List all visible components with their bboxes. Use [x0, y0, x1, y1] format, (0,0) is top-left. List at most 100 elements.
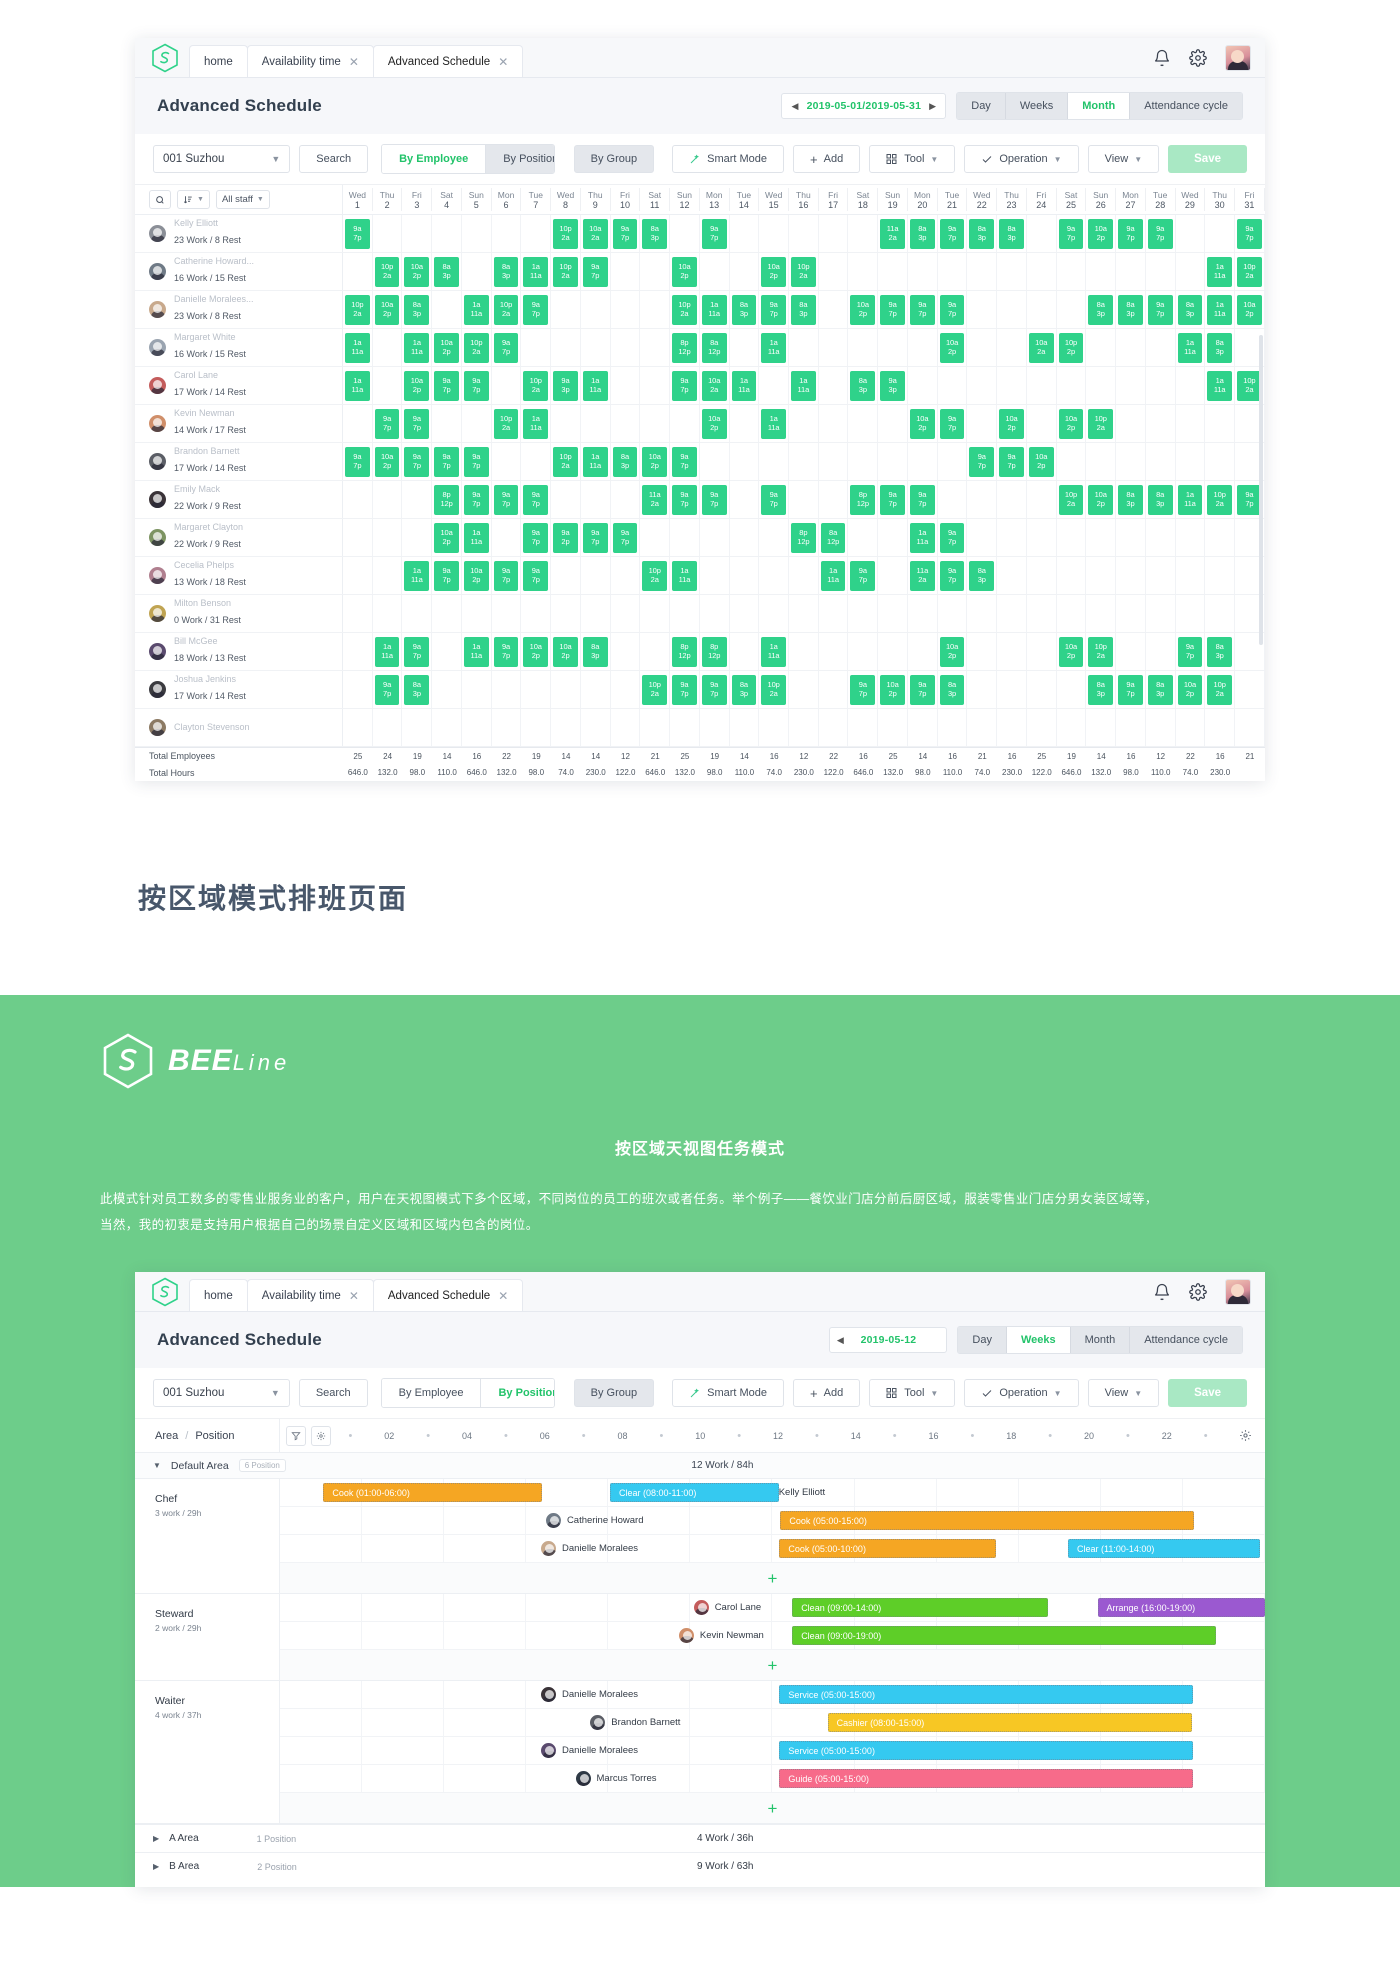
shift-cell[interactable]	[938, 367, 968, 404]
shift-cell[interactable]: 9a 7p	[462, 367, 492, 404]
shift-cell[interactable]: 8p 12p	[789, 519, 819, 556]
shift-chip[interactable]: 8a 3p	[642, 218, 668, 249]
shift-cell[interactable]	[938, 709, 968, 746]
shift-cell[interactable]	[1146, 709, 1176, 746]
shift-cell[interactable]: 9a 7p	[1057, 215, 1087, 252]
tab-advanced-schedule[interactable]: Advanced Schedule ✕	[372, 1279, 524, 1312]
tool-button[interactable]: Tool ▼	[869, 145, 956, 173]
shift-cell[interactable]	[789, 633, 819, 670]
shift-cell[interactable]: 8a 3p	[432, 253, 462, 290]
shift-cell[interactable]	[1116, 253, 1146, 290]
shift-cell[interactable]	[521, 443, 552, 480]
shift-chip[interactable]: 10a 2p	[553, 636, 578, 667]
shift-cell[interactable]: 9a 7p	[611, 215, 641, 252]
user-avatar[interactable]	[1225, 45, 1251, 71]
shift-cell[interactable]: 8a 12p	[819, 519, 849, 556]
task-bar[interactable]: Service (05:00-15:00)	[779, 1741, 1194, 1761]
shift-chip[interactable]: 9a 7p	[672, 370, 697, 401]
shift-chip[interactable]: 8a 3p	[909, 218, 935, 249]
shift-cell[interactable]	[492, 709, 522, 746]
shift-cell[interactable]: 9a 7p	[1176, 633, 1206, 670]
shift-cell[interactable]: 10a 2p	[640, 443, 671, 480]
shift-chip[interactable]: 8a 3p	[939, 674, 965, 705]
shift-cell[interactable]: 1a 11a	[908, 519, 938, 556]
lane-employee[interactable]: Brandon Barnett	[590, 1715, 680, 1731]
shift-cell[interactable]: 9a 7p	[343, 215, 373, 252]
shift-cell[interactable]: 9a 7p	[521, 519, 552, 556]
view-mode-weeks[interactable]: Weeks	[1006, 1327, 1071, 1354]
shift-cell[interactable]	[848, 405, 879, 442]
shift-chip[interactable]: 8a 3p	[850, 370, 876, 401]
shift-cell[interactable]	[611, 291, 641, 328]
shift-cell[interactable]: 8a 3p	[492, 253, 522, 290]
shift-chip[interactable]: 9a 7p	[939, 560, 965, 591]
shift-chip[interactable]: 9a 7p	[672, 446, 697, 477]
shift-chip[interactable]: 9a 7p	[880, 294, 905, 325]
shift-cell[interactable]	[1027, 367, 1057, 404]
shift-cell[interactable]: 1a 11a	[1205, 253, 1236, 290]
task-bar[interactable]: Service (05:00-15:00)	[779, 1685, 1194, 1705]
area-row-a[interactable]: ▶ A Area 1 Position 4 Work / 36h	[135, 1824, 1265, 1853]
shift-cell[interactable]	[997, 557, 1027, 594]
shift-cell[interactable]	[878, 405, 908, 442]
shift-cell[interactable]	[997, 595, 1027, 632]
shift-cell[interactable]: 9a 7p	[670, 671, 700, 708]
shift-cell[interactable]	[611, 329, 641, 366]
shift-cell[interactable]	[1027, 633, 1057, 670]
shift-cell[interactable]: 9a 7p	[938, 557, 968, 594]
view-mode-attendance-cycle[interactable]: Attendance cycle	[1130, 1327, 1242, 1354]
shift-cell[interactable]	[759, 709, 790, 746]
shift-cell[interactable]	[878, 519, 908, 556]
shift-chip[interactable]: 9a 2p	[553, 522, 578, 553]
shift-cell[interactable]	[462, 709, 492, 746]
shift-chip[interactable]: 9a 7p	[761, 294, 787, 325]
shift-cell[interactable]	[462, 405, 492, 442]
shift-chip[interactable]: 10a 2p	[1088, 484, 1114, 515]
shift-cell[interactable]: 10p 2a	[1205, 481, 1236, 518]
shift-cell[interactable]	[819, 671, 849, 708]
close-icon[interactable]: ✕	[498, 56, 508, 68]
shift-chip[interactable]: 8p 12p	[434, 484, 459, 515]
shift-chip[interactable]: 9a 7p	[880, 484, 905, 515]
shift-cell[interactable]	[1205, 519, 1236, 556]
group-by-employee[interactable]: By Employee	[382, 145, 487, 173]
add-lane-row[interactable]: +	[280, 1563, 1265, 1594]
shift-cell[interactable]	[1146, 253, 1176, 290]
shift-cell[interactable]: 1a 11a	[343, 367, 373, 404]
shift-chip[interactable]: 9a 7p	[523, 522, 549, 553]
shift-cell[interactable]: 11a 2a	[908, 557, 938, 594]
shift-cell[interactable]	[551, 595, 581, 632]
task-bar[interactable]: Cook (01:00-06:00)	[323, 1483, 542, 1503]
shift-cell[interactable]: 1a 11a	[462, 519, 492, 556]
shift-chip[interactable]: 9a 3p	[880, 370, 905, 401]
shift-cell[interactable]: 11a 2a	[640, 481, 671, 518]
shift-cell[interactable]	[521, 595, 552, 632]
shift-cell[interactable]	[819, 291, 849, 328]
shift-cell[interactable]	[1176, 443, 1206, 480]
shift-cell[interactable]: 1a 11a	[730, 367, 760, 404]
shift-cell[interactable]	[611, 671, 641, 708]
shift-cell[interactable]	[343, 709, 373, 746]
shift-cell[interactable]: 10a 2p	[878, 671, 908, 708]
shift-cell[interactable]: 8a 3p	[402, 291, 433, 328]
shift-cell[interactable]	[967, 405, 998, 442]
shift-cell[interactable]	[462, 253, 492, 290]
area-row-b[interactable]: ▶ B Area 2 Position 9 Work / 63h	[135, 1852, 1265, 1881]
shift-cell[interactable]: 9a 7p	[908, 671, 938, 708]
shift-cell[interactable]	[343, 557, 373, 594]
shift-cell[interactable]	[640, 367, 671, 404]
shift-chip[interactable]: 10a 2p	[523, 636, 549, 667]
shift-cell[interactable]	[432, 291, 462, 328]
table-row[interactable]: Bill McGee 18 Work / 13 Rest 1a 11a 9a 7p 1a 11…	[135, 633, 1265, 671]
shift-chip[interactable]: 1a 11a	[582, 446, 608, 477]
staff-filter-select[interactable]: All staff ▼	[215, 190, 270, 209]
shift-chip[interactable]: 8a 3p	[1088, 674, 1114, 705]
view-mode-month[interactable]: Month	[1070, 1327, 1131, 1354]
shift-chip[interactable]: 10p 2a	[1207, 674, 1233, 705]
shift-cell[interactable]: 1a 11a	[789, 367, 819, 404]
shift-cell[interactable]: 9a 7p	[462, 443, 492, 480]
shift-cell[interactable]	[819, 329, 849, 366]
shift-cell[interactable]: 10a 2p	[759, 253, 790, 290]
shift-cell[interactable]	[1146, 329, 1176, 366]
shift-chip[interactable]: 10a 2p	[434, 522, 459, 553]
